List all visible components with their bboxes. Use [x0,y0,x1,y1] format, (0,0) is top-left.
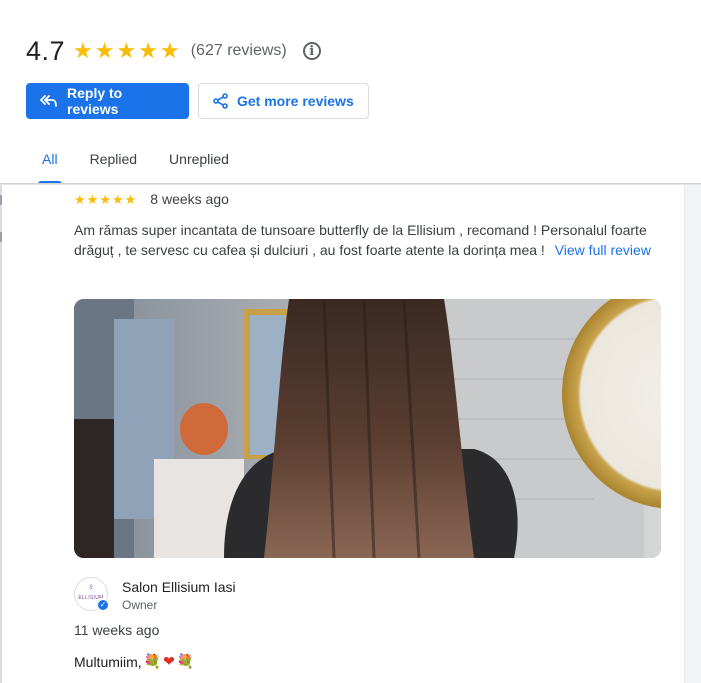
get-more-reviews-button[interactable]: Get more reviews [198,83,369,119]
star-icon: ★ [86,191,99,207]
review-tabs: All Replied Unreplied [26,140,245,184]
star-icon: ★ [124,191,137,207]
star-icon: ★ [111,191,124,207]
review-actions: Reply to reviews Get more reviews [26,83,369,119]
review-stars: ★ ★ ★ ★ ★ [74,193,136,206]
reviews-header: 4.7 ★ ★ ★ ★ ★ (627 reviews) i Reply to r… [0,0,701,184]
review-text: Am rămas super incantata de tunsoare but… [74,220,664,260]
star-icon: ★ [74,191,86,207]
average-rating: 4.7 [26,35,66,66]
reply-all-icon [40,94,58,108]
edge-marker [0,232,2,242]
view-full-review-link[interactable]: View full review [555,242,651,258]
verified-check-icon: ✓ [96,598,110,612]
owner-role: Owner [122,598,158,612]
review-item: ★ ★ ★ ★ ★ 8 weeks ago Am rămas super inc… [74,190,664,260]
review-photo[interactable] [74,299,661,558]
share-icon [213,93,228,109]
edge-marker [0,195,2,205]
rating-summary: 4.7 ★ ★ ★ ★ ★ (627 reviews) i [26,34,321,68]
tab-unreplied[interactable]: Unreplied [153,140,245,184]
review-meta: ★ ★ ★ ★ ★ 8 weeks ago [74,190,664,208]
owner-reply-text: Multumiim, 💐 ❤ 💐 [74,653,194,670]
owner-info: Salon Ellisium Iasi Owner [122,577,236,614]
star-icon: ★ [138,38,158,63]
hair-salon-photo-icon [74,299,661,558]
star-icon: ★ [94,38,115,63]
reply-body: Multumiim, [74,653,142,670]
owner-name: Salon Ellisium Iasi [122,579,236,595]
reply-to-reviews-label: Reply to reviews [67,85,123,117]
bouquet-icon: 💐 [176,653,195,669]
info-icon[interactable]: i [302,42,321,60]
owner-reply-header: ♀ ELLISIUM ✓ Salon Ellisium Iasi Owner [74,577,236,614]
salon-logo-icon: ♀ [87,582,95,593]
get-more-reviews-label: Get more reviews [237,93,354,109]
review-time: 8 weeks ago [150,191,229,207]
star-icon: ★ [73,38,93,63]
header-divider [0,183,701,185]
star-icon: ★ [116,38,137,63]
rating-stars: ★ ★ ★ ★ ★ [73,40,180,62]
scrollbar[interactable] [684,185,701,683]
bouquet-icon: 💐 [143,653,162,669]
tab-all[interactable]: All [26,140,74,184]
review-count: (627 reviews) [190,42,287,59]
star-icon: ★ [159,38,180,63]
star-icon: ★ [99,191,111,207]
reply-to-reviews-button[interactable]: Reply to reviews [26,83,189,119]
tab-replied[interactable]: Replied [74,140,153,184]
heart-icon: ❤ [163,653,175,669]
avatar[interactable]: ♀ ELLISIUM ✓ [74,577,110,612]
reply-time: 11 weeks ago [74,622,160,638]
